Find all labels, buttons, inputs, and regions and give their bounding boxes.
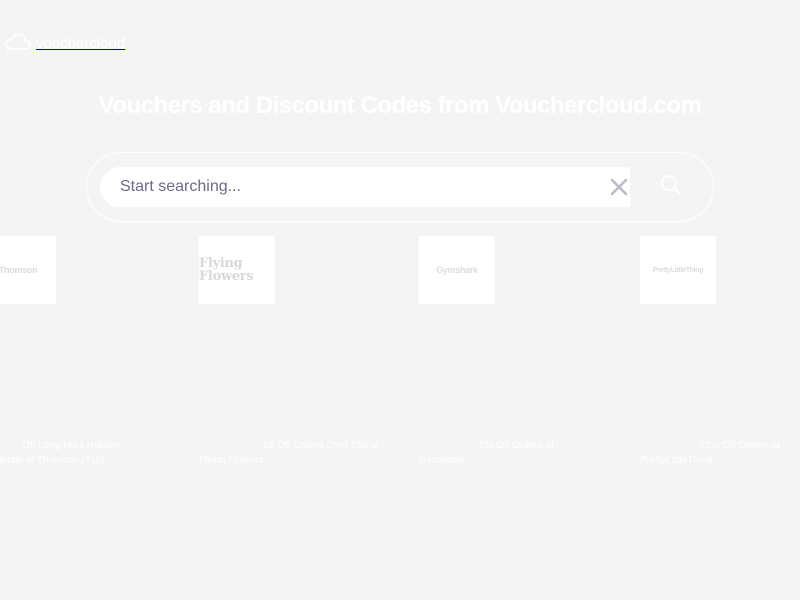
offer-card[interactable]: Gymshark 5% Off Orders at Gymshark — [419, 236, 619, 476]
offer-card[interactable]: Thomson Off Long Haul Holiday kings at T… — [0, 236, 180, 476]
search-button[interactable] — [643, 167, 699, 207]
vouchercloud-logo[interactable]: vouchercloud — [4, 32, 125, 54]
search-icon — [660, 174, 682, 201]
cloud-icon — [4, 32, 32, 54]
search-bar — [86, 152, 714, 222]
search-input[interactable] — [100, 167, 630, 207]
offer-card[interactable]: PrettyLittleThing 15% Off Orders at Pret… — [640, 236, 800, 476]
offer-title-line2: kings at Thomson (TUI) — [0, 455, 105, 466]
offer-title: Off Long Haul Holiday kings at Thomson (… — [0, 438, 120, 468]
merchant-logo-gymshark: Gymshark — [419, 236, 495, 304]
brand-name: vouchercloud — [36, 34, 126, 52]
offer-title: 15% Off Orders at PrettyLittleThing — [640, 438, 780, 468]
merchant-logo-thomson: Thomson — [0, 236, 56, 304]
offer-title-line2: Gymshark — [419, 455, 465, 466]
merchant-logo-text: Flying Flowers — [199, 256, 254, 284]
offer-cards: Thomson Off Long Haul Holiday kings at T… — [0, 236, 800, 496]
offer-title: 5% Off Orders at Gymshark — [419, 438, 554, 468]
clear-search-button[interactable] — [607, 177, 631, 201]
offer-title-line1: Off Long Haul Holiday — [22, 440, 120, 451]
offer-title-line1: £5 Off Orders Over £50 at — [263, 440, 379, 451]
offer-title-line2: PrettyLittleThing — [640, 455, 713, 466]
page-title: Vouchers and Discount Codes from Voucher… — [98, 92, 702, 119]
offer-title: £5 Off Orders Over £50 at Flying Flowers — [199, 438, 379, 468]
merchant-logo-text: Thomson — [0, 265, 38, 275]
site-header: vouchercloud — [0, 28, 800, 64]
merchant-logo-text: PrettyLittleThing — [652, 266, 704, 274]
offer-title-line2: Flying Flowers — [199, 455, 264, 466]
merchant-logo-prettylittlething: PrettyLittleThing — [640, 236, 716, 304]
merchant-logo-text: Gymshark — [436, 265, 478, 275]
merchant-logo-flying-flowers: Flying Flowers — [199, 236, 275, 304]
offer-title-line1: 5% Off Orders at — [479, 440, 554, 451]
offer-title-line1: 15% Off Orders at — [699, 440, 780, 451]
close-icon — [610, 178, 628, 201]
offer-card[interactable]: Flying Flowers £5 Off Orders Over £50 at… — [199, 236, 399, 476]
top-utility-bar — [0, 0, 800, 24]
